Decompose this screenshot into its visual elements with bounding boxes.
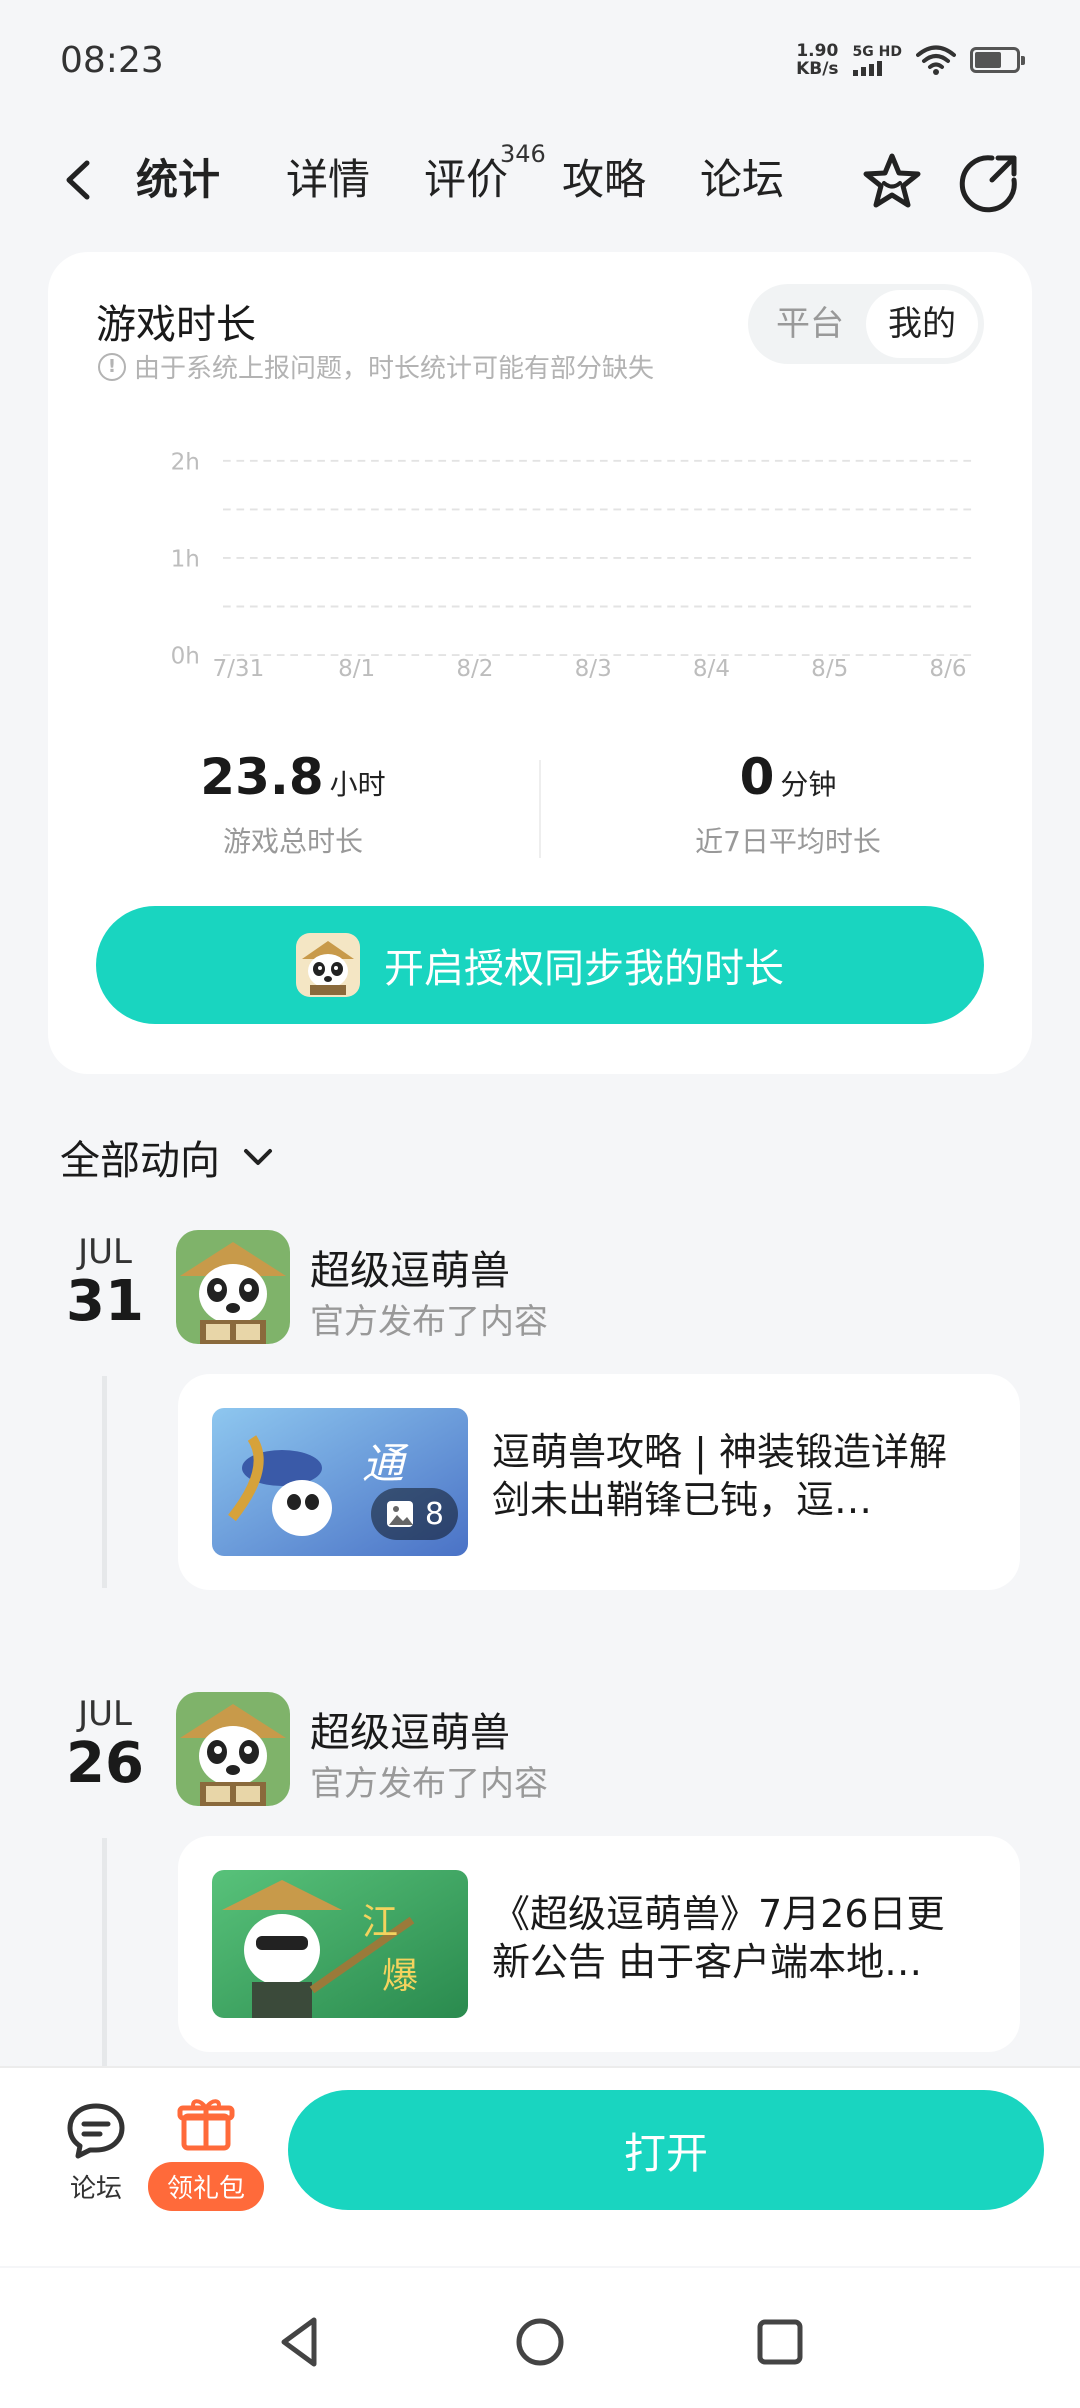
wifi-icon — [916, 45, 956, 75]
nav-recents-icon[interactable] — [750, 2312, 810, 2372]
open-game-button[interactable]: 打开 — [288, 2090, 1044, 2210]
y-tick-label: 1h — [171, 547, 200, 573]
forum-shortcut[interactable]: 论坛 — [56, 2100, 136, 2205]
card-note: ! 由于系统上报问题，时长统计可能有部分缺失 — [98, 348, 654, 385]
x-tick-label: 8/4 — [693, 656, 730, 682]
x-tick-label: 8/1 — [338, 656, 375, 682]
tab-forum[interactable]: 论坛 — [700, 150, 784, 210]
post-card[interactable]: 江 爆 《超级逗萌兽》7月26日更新公告 由于客户端本地… — [178, 1836, 1020, 2052]
share-icon[interactable] — [958, 150, 1022, 214]
scope-toggle: 平台 我的 — [748, 284, 984, 364]
playtime-card: 游戏时长 ! 由于系统上报问题，时长统计可能有部分缺失 平台 我的 0h 1h 2h… — [48, 252, 1032, 1074]
avg-label: 近7日平均时长 — [695, 825, 881, 858]
tab-stats[interactable]: 统计 — [130, 150, 227, 210]
panda-mascot-icon — [176, 1692, 290, 1806]
system-nav-bar — [0, 2268, 1080, 2408]
post-title: 《超级逗萌兽》7月26日更新公告 由于客户端本地… — [492, 1892, 945, 1984]
bottom-action-bar: 论坛 领礼包 打开 — [0, 2066, 1080, 2266]
avg-unit: 分钟 — [780, 768, 837, 801]
svg-text:通: 通 — [362, 1442, 409, 1488]
status-bar: 08:23 1.90 KB/s 5G HD — [0, 0, 1080, 120]
x-tick-label: 8/5 — [811, 656, 848, 682]
stat-divider — [539, 760, 541, 858]
feed-filter-dropdown[interactable]: 全部动向 — [60, 1128, 278, 1186]
avg-playtime: 0 分钟 近7日平均时长 — [638, 748, 938, 860]
status-indicators: 1.90 KB/s 5G HD — [796, 41, 1025, 79]
total-unit: 小时 — [329, 768, 386, 801]
total-label: 游戏总时长 — [222, 825, 363, 858]
nav-back-icon[interactable] — [270, 2312, 330, 2372]
chevron-down-icon — [244, 1149, 272, 1165]
back-icon[interactable] — [55, 155, 105, 205]
gift-icon — [177, 2099, 235, 2151]
battery-icon — [970, 47, 1025, 73]
panda-mascot-icon — [176, 1230, 290, 1344]
info-icon: ! — [98, 352, 126, 381]
net-speed: 1.90 KB/s — [796, 41, 839, 79]
top-nav: 统计 详情 评价 346 攻略 论坛 — [0, 130, 1080, 230]
post-thumbnail: 通 8 — [212, 1408, 468, 1556]
svg-text:爆: 爆 — [382, 1956, 418, 1996]
feed-author-name[interactable]: 超级逗萌兽 — [310, 1238, 510, 1296]
toggle-mine[interactable]: 我的 — [866, 290, 978, 358]
playtime-chart: 0h 1h 2h 7/31 8/1 8/2 8/3 8/4 8/5 8/6 — [171, 450, 972, 682]
feed-action: 官方发布了内容 — [310, 1764, 548, 1804]
y-tick-label: 0h — [171, 644, 200, 670]
avg-value: 0 — [739, 748, 775, 806]
gift-label: 领礼包 — [148, 2162, 264, 2211]
feed-author-name[interactable]: 超级逗萌兽 — [310, 1700, 510, 1758]
game-avatar[interactable] — [176, 1230, 290, 1344]
timeline-line — [102, 1838, 107, 2068]
gift-pack-shortcut[interactable]: 领礼包 — [148, 2094, 264, 2211]
x-tick-label: 8/6 — [929, 656, 966, 682]
cellular-signal-icon: 5G HD — [852, 44, 902, 76]
status-time: 08:23 — [60, 39, 164, 81]
game-avatar[interactable] — [176, 1692, 290, 1806]
tab-reviews[interactable]: 评价 — [424, 150, 508, 210]
x-tick-label: 7/31 — [212, 656, 264, 682]
x-tick-label: 8/3 — [575, 656, 612, 682]
y-tick-label: 2h — [171, 450, 200, 476]
card-title: 游戏时长 — [96, 302, 256, 348]
post-card[interactable]: 通 8 逗萌兽攻略 | 神装锻造详解 剑未出鞘锋已钝，逗… — [178, 1374, 1020, 1590]
total-playtime: 23.8 小时 游戏总时长 — [158, 748, 428, 860]
tab-guides[interactable]: 攻略 — [562, 150, 646, 210]
game-mascot-icon — [296, 933, 360, 997]
total-value: 23.8 — [200, 748, 324, 806]
toggle-platform[interactable]: 平台 — [754, 290, 866, 358]
svg-text:江: 江 — [362, 1902, 398, 1942]
post-thumbnail: 江 爆 — [212, 1870, 468, 2018]
star-icon[interactable] — [860, 150, 924, 214]
timeline-line — [102, 1376, 107, 1588]
sync-playtime-button[interactable]: 开启授权同步我的时长 — [96, 906, 984, 1024]
feed-date: JUL 31 — [66, 1232, 144, 1334]
x-tick-label: 8/2 — [456, 656, 493, 682]
feed-action: 官方发布了内容 — [310, 1302, 548, 1342]
image-icon — [386, 1501, 413, 1527]
tab-details[interactable]: 详情 — [286, 150, 370, 210]
image-count-badge: 8 — [370, 1488, 458, 1540]
reviews-count-badge: 346 — [500, 140, 546, 168]
post-title: 逗萌兽攻略 | 神装锻造详解 剑未出鞘锋已钝，逗… — [492, 1430, 947, 1522]
nav-home-icon[interactable] — [510, 2312, 570, 2372]
forum-chat-icon — [67, 2103, 125, 2159]
feed-date: JUL 26 — [66, 1694, 144, 1796]
